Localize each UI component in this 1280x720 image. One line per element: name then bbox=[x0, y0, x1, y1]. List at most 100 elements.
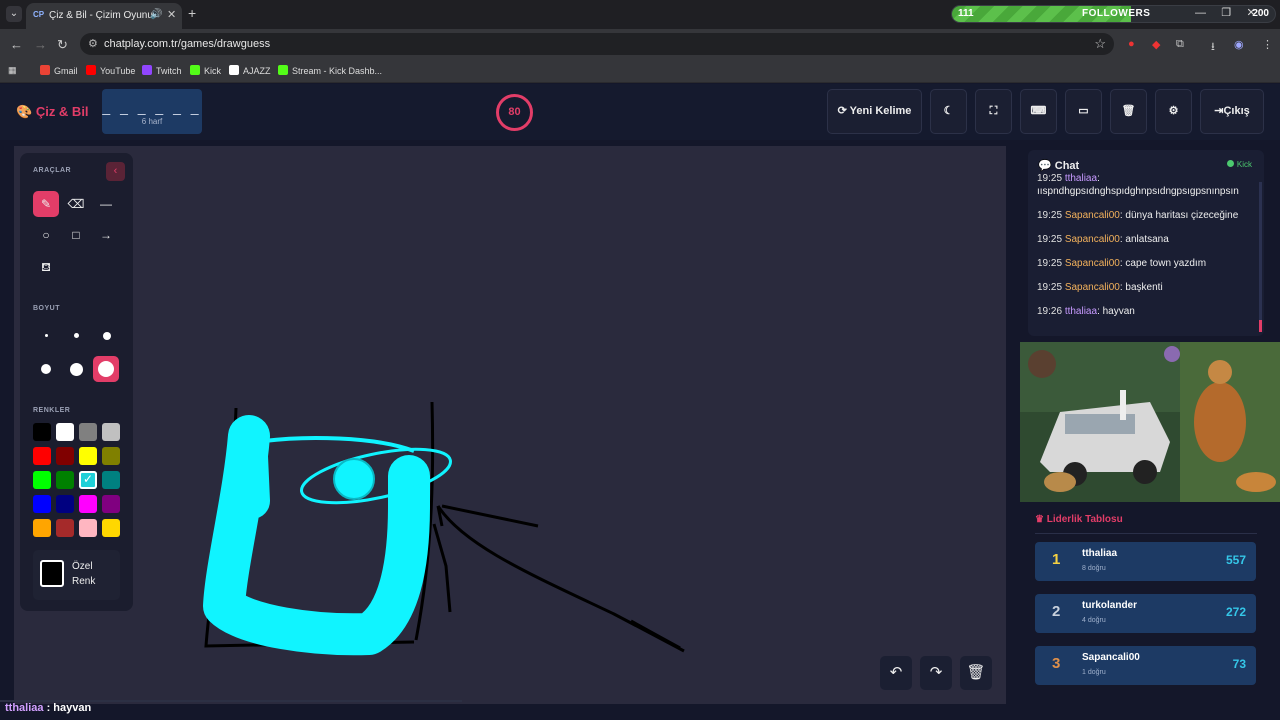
color-swatch[interactable] bbox=[56, 519, 74, 537]
chat-username[interactable]: Sapancali00 bbox=[1065, 234, 1120, 245]
new-tab-button[interactable]: + bbox=[188, 5, 196, 21]
collapse-panel-button[interactable]: ‹ bbox=[106, 162, 125, 181]
color-swatch[interactable] bbox=[79, 447, 97, 465]
chat-bubble-icon: 💬 bbox=[1038, 160, 1052, 172]
redo-button[interactable]: ↷ bbox=[920, 656, 952, 690]
arrow-tool-button[interactable]: → bbox=[93, 222, 119, 248]
color-swatch[interactable] bbox=[56, 471, 74, 489]
color-swatch[interactable] bbox=[102, 519, 120, 537]
settings-button[interactable]: ⚙ bbox=[1155, 89, 1192, 134]
chat-username[interactable]: tthaliaa bbox=[1065, 306, 1097, 317]
color-swatch[interactable] bbox=[79, 495, 97, 513]
chat-status-text: Kick bbox=[1236, 160, 1252, 169]
circle-tool-button[interactable]: ○ bbox=[33, 222, 59, 248]
color-swatch[interactable] bbox=[56, 495, 74, 513]
tab-search-button[interactable]: ⌄ bbox=[6, 6, 22, 22]
pen-tool-button[interactable]: ✎ bbox=[33, 191, 59, 217]
new-word-button[interactable]: ⟳ Yeni Kelime bbox=[827, 89, 922, 134]
size-xl-button[interactable] bbox=[70, 363, 83, 376]
speaker-icon[interactable]: 🔊 bbox=[150, 9, 162, 20]
color-swatch[interactable] bbox=[33, 519, 51, 537]
apps-grid-icon[interactable]: ▦ bbox=[8, 65, 17, 76]
color-swatch[interactable] bbox=[33, 423, 51, 441]
size-l-button[interactable] bbox=[41, 364, 51, 374]
extension-icon[interactable]: ◆ bbox=[1152, 38, 1160, 51]
back-icon[interactable]: ← bbox=[10, 37, 23, 52]
twitch-icon bbox=[142, 65, 152, 75]
color-swatch[interactable] bbox=[102, 423, 120, 441]
size-xs-button[interactable] bbox=[45, 334, 48, 337]
leaderboard-rank: 2 bbox=[1052, 603, 1061, 620]
browser-menu-icon[interactable]: ⋮ bbox=[1262, 38, 1273, 51]
close-tab-icon[interactable]: ✕ bbox=[167, 8, 176, 21]
bookmark-star-icon[interactable]: ☆ bbox=[1094, 36, 1106, 52]
chat-time: 19:25 bbox=[1037, 210, 1063, 221]
bookmark-youtube[interactable]: YouTube bbox=[86, 65, 135, 76]
color-swatch[interactable] bbox=[56, 447, 74, 465]
line-tool-button[interactable]: — bbox=[93, 191, 119, 217]
color-swatch[interactable] bbox=[102, 447, 120, 465]
restore-icon[interactable]: ❐ bbox=[1221, 7, 1231, 19]
adblock-extension-icon[interactable]: ● bbox=[1128, 38, 1135, 50]
bookmark-twitch[interactable]: Twitch bbox=[142, 65, 182, 76]
fill-tool-button[interactable]: ⛾ bbox=[33, 254, 59, 280]
color-swatch[interactable]: ✓ bbox=[79, 471, 97, 489]
new-word-label: Yeni Kelime bbox=[849, 105, 912, 117]
color-swatch[interactable] bbox=[79, 519, 97, 537]
color-swatch[interactable] bbox=[56, 423, 74, 441]
delete-button[interactable]: 🗑 bbox=[1110, 89, 1147, 134]
exit-label: Çıkış bbox=[1223, 105, 1250, 117]
bookmark-kick-dashboard[interactable]: Stream - Kick Dashb... bbox=[278, 65, 382, 76]
minimize-icon[interactable]: — bbox=[1195, 7, 1206, 19]
chat-scroll-thumb[interactable] bbox=[1259, 320, 1262, 332]
circle-icon: ○ bbox=[42, 228, 50, 242]
bookmark-ajazz[interactable]: AJAZZ bbox=[229, 65, 271, 76]
clear-canvas-button[interactable]: 🗑 bbox=[960, 656, 992, 690]
exit-button[interactable]: ⇥Çıkış bbox=[1200, 89, 1264, 134]
leaderboard-row: 2 turkolander 4 doğru 272 bbox=[1035, 594, 1256, 633]
keyboard-button[interactable]: ⌨ bbox=[1020, 89, 1057, 134]
color-swatch[interactable] bbox=[102, 471, 120, 489]
bookmark-kick[interactable]: Kick bbox=[190, 65, 221, 76]
forward-icon[interactable]: → bbox=[34, 37, 47, 52]
color-swatch[interactable] bbox=[79, 423, 97, 441]
color-swatch[interactable] bbox=[33, 471, 51, 489]
chat-scrollbar[interactable] bbox=[1259, 182, 1262, 332]
drawing-stroke-cyan bbox=[263, 436, 415, 453]
window-controls[interactable]: — ❐ ✕ bbox=[1195, 6, 1256, 19]
dark-mode-toggle[interactable]: ☾ bbox=[930, 89, 967, 134]
chat-username[interactable]: Sapancali00 bbox=[1065, 282, 1120, 293]
overlay-separator: : bbox=[43, 702, 54, 714]
chat-username[interactable]: tthaliaa bbox=[1065, 173, 1097, 184]
bookmark-label: Gmail bbox=[54, 66, 78, 76]
bookmark-gmail[interactable]: Gmail bbox=[40, 65, 78, 76]
app-logo[interactable]: 🎨 Çiz & Bil bbox=[16, 104, 89, 120]
arrow-right-icon: → bbox=[100, 228, 112, 242]
drawing-canvas[interactable] bbox=[14, 146, 1006, 704]
reload-icon[interactable]: ↻ bbox=[57, 37, 68, 53]
custom-color-button[interactable]: Özel Renk bbox=[33, 550, 120, 600]
chat-username[interactable]: Sapancali00 bbox=[1065, 258, 1120, 269]
eraser-tool-button[interactable]: ⌫ bbox=[63, 191, 89, 217]
leaderboard-row: 1 tthaliaa 8 doğru 557 bbox=[1035, 542, 1256, 581]
site-info-icon[interactable]: ⚙ bbox=[88, 37, 98, 50]
color-swatch[interactable] bbox=[33, 495, 51, 513]
browser-tab[interactable]: CP Çiz & Bil - Çizim Oyunu 🔊 ✕ bbox=[26, 3, 182, 29]
size-s-button[interactable] bbox=[74, 333, 79, 338]
round-timer: 80 bbox=[496, 94, 533, 131]
chat-text: başkenti bbox=[1125, 282, 1163, 293]
leaderboard-rank: 1 bbox=[1052, 551, 1061, 568]
color-swatch[interactable] bbox=[102, 495, 120, 513]
chat-username[interactable]: Sapancali00 bbox=[1065, 210, 1120, 221]
download-icon[interactable]: ⭳ bbox=[1211, 38, 1215, 57]
undo-button[interactable]: ↶ bbox=[880, 656, 912, 690]
rectangle-tool-button[interactable]: □ bbox=[63, 222, 89, 248]
size-m-button[interactable] bbox=[103, 332, 111, 340]
profile-avatar-icon[interactable]: ◉ bbox=[1234, 38, 1244, 51]
archive-button[interactable]: ▭ bbox=[1065, 89, 1102, 134]
fullscreen-button[interactable]: ⛶ bbox=[975, 89, 1012, 134]
extensions-puzzle-icon[interactable]: ⧉ bbox=[1176, 38, 1184, 51]
color-swatch[interactable] bbox=[33, 447, 51, 465]
window-close-icon[interactable]: ✕ bbox=[1246, 7, 1255, 19]
url-field[interactable]: ⚙ chatplay.com.tr/games/drawguess ☆ bbox=[80, 33, 1114, 55]
